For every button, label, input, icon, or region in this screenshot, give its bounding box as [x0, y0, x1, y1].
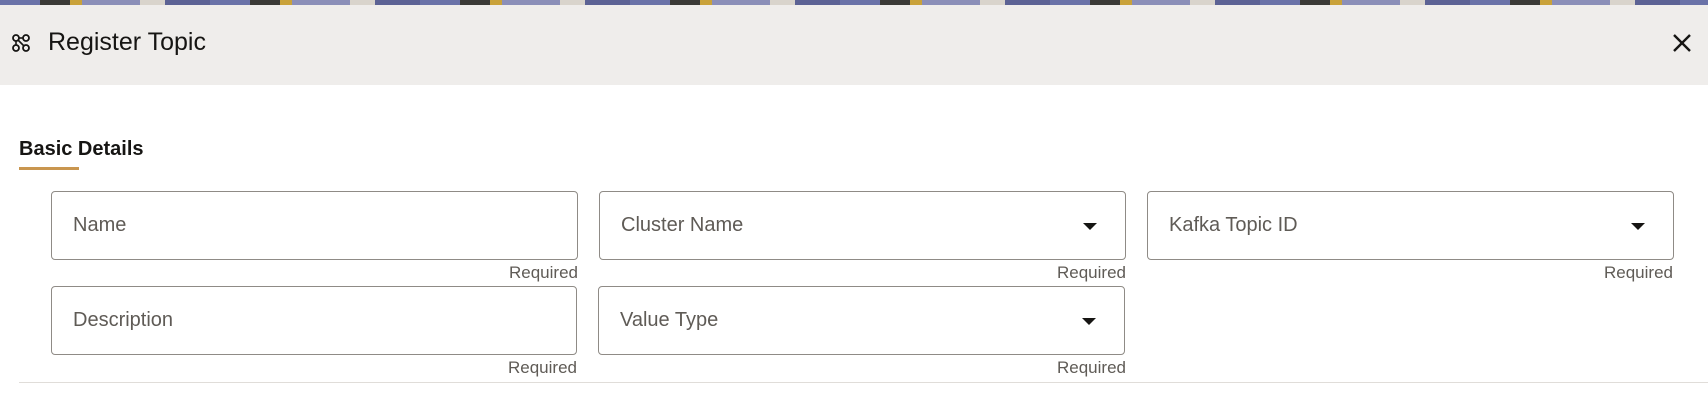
description-field-label: Description	[73, 309, 174, 331]
close-icon	[1672, 33, 1692, 58]
topic-network-icon	[10, 32, 32, 54]
value-type-required-text: Required	[1057, 358, 1126, 377]
description-required-text: Required	[508, 358, 577, 377]
section-title: Basic Details	[19, 138, 144, 160]
cluster-name-required-text: Required	[1057, 263, 1126, 282]
chevron-down-icon	[1631, 223, 1645, 230]
name-field-label: Name	[73, 214, 127, 236]
section-tab-indicator	[19, 167, 79, 170]
name-required-text: Required	[509, 263, 578, 282]
chevron-down-icon	[1082, 318, 1096, 325]
dialog-title: Register Topic	[48, 28, 206, 56]
value-type-select[interactable]: Value Type	[598, 286, 1125, 355]
close-button[interactable]	[1664, 27, 1700, 63]
kafka-topic-id-required-text: Required	[1604, 263, 1673, 282]
cluster-name-select[interactable]: Cluster Name	[599, 191, 1126, 260]
section-divider	[19, 382, 1708, 383]
description-field[interactable]: Description	[51, 286, 577, 355]
kafka-topic-id-label: Kafka Topic ID	[1169, 214, 1298, 236]
cluster-name-label: Cluster Name	[621, 214, 744, 236]
chevron-down-icon	[1083, 223, 1097, 230]
value-type-label: Value Type	[620, 309, 719, 331]
dialog-header: Register Topic	[0, 5, 1708, 85]
kafka-topic-id-select[interactable]: Kafka Topic ID	[1147, 191, 1674, 260]
name-field[interactable]: Name	[51, 191, 578, 260]
